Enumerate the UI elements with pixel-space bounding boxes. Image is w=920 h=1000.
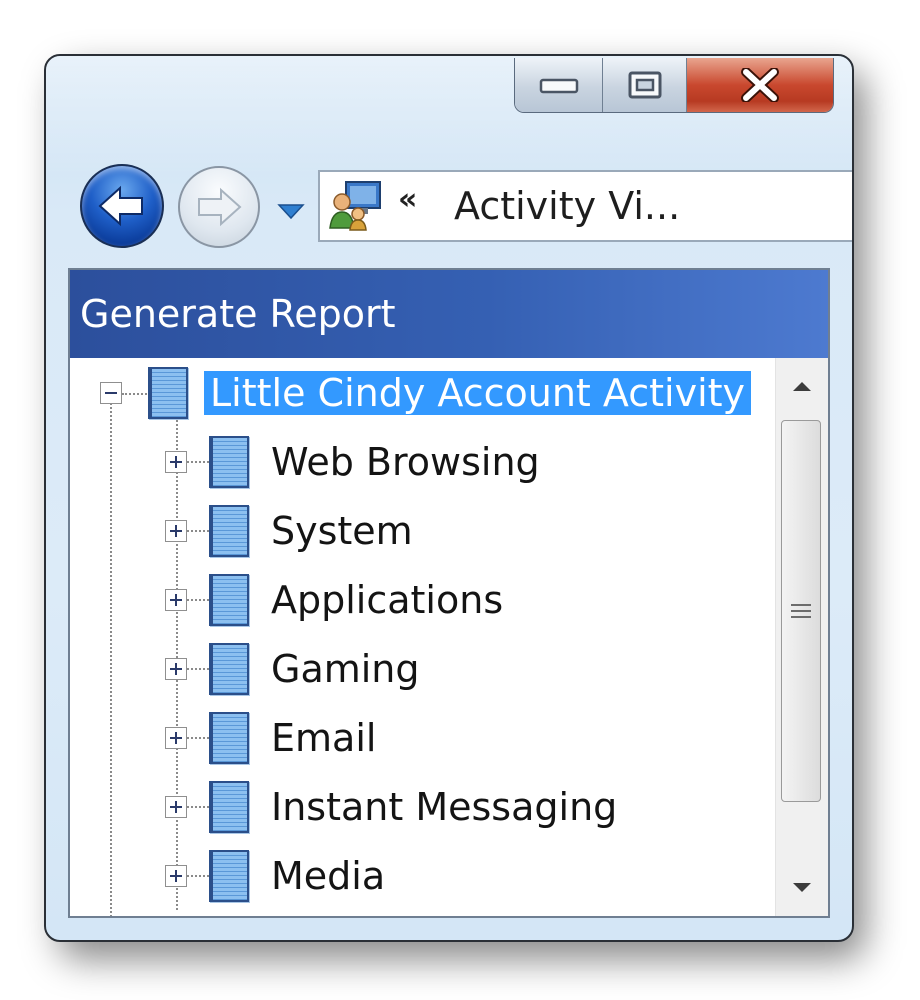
forward-button[interactable] (178, 166, 260, 248)
collapse-icon[interactable] (100, 382, 122, 404)
address-bar[interactable]: « Activity Vi... (318, 170, 852, 242)
back-arrow-icon (98, 185, 143, 227)
activity-tree: Little Cindy Account Activity Web Browsi… (70, 358, 774, 916)
expand-icon[interactable] (165, 658, 187, 680)
expand-icon[interactable] (165, 589, 187, 611)
close-button[interactable] (687, 58, 833, 112)
breadcrumb-activity-viewer[interactable]: Activity Vi... (454, 184, 680, 228)
close-icon (741, 68, 779, 102)
scroll-up-button[interactable] (776, 358, 828, 414)
caption-buttons (514, 58, 834, 113)
tree-item-applications[interactable]: Applications (165, 568, 503, 632)
tree-item-label[interactable]: Gaming (271, 647, 420, 691)
report-node-icon (209, 643, 249, 695)
dropdown-arrow-icon (277, 204, 305, 220)
explorer-window: « Activity Vi... Generate Report Little … (44, 54, 854, 942)
report-node-icon (209, 850, 249, 902)
expand-icon[interactable] (165, 865, 187, 887)
tree-item-label[interactable]: Applications (271, 578, 503, 622)
report-panel: Generate Report Little Cindy Account Act… (68, 268, 830, 918)
recent-pages-button[interactable] (274, 198, 308, 224)
expand-icon[interactable] (165, 520, 187, 542)
scroll-down-icon (793, 883, 811, 892)
tree-item-label[interactable]: Media (271, 854, 385, 898)
report-node-icon (209, 505, 249, 557)
expand-icon[interactable] (165, 451, 187, 473)
expand-icon[interactable] (165, 727, 187, 749)
tree-item-label[interactable]: System (271, 509, 413, 553)
scroll-thumb[interactable] (781, 420, 821, 802)
grip-icon (791, 604, 811, 618)
tree-item-email[interactable]: Email (165, 706, 376, 770)
tree-item-gaming[interactable]: Gaming (165, 637, 420, 701)
forward-arrow-icon (198, 187, 242, 227)
panel-header: Generate Report (70, 270, 828, 358)
maximize-icon (628, 71, 661, 99)
tree-item-instant-messaging[interactable]: Instant Messaging (165, 775, 617, 839)
report-node-icon (209, 574, 249, 626)
report-node-icon (209, 436, 249, 488)
tree-item-label[interactable]: Email (271, 716, 376, 760)
report-node-icon (209, 781, 249, 833)
report-node-icon (148, 367, 188, 419)
breadcrumb-overflow[interactable]: « (398, 182, 417, 217)
tree-root-label[interactable]: Little Cindy Account Activity (204, 371, 752, 415)
vertical-scrollbar[interactable] (775, 358, 828, 916)
tree-item-web-browsing[interactable]: Web Browsing (165, 430, 540, 494)
scroll-up-icon (793, 382, 811, 391)
minimize-icon (539, 78, 578, 94)
tree-item-media[interactable]: Media (165, 844, 385, 908)
scroll-down-button[interactable] (776, 860, 828, 916)
maximize-button[interactable] (603, 58, 687, 112)
tree-root[interactable]: Little Cindy Account Activity (100, 361, 752, 425)
tree-item-label[interactable]: Web Browsing (271, 440, 540, 484)
panel-title: Generate Report (80, 292, 396, 336)
back-button[interactable] (80, 164, 164, 248)
tree-guide-line (110, 400, 112, 916)
expand-icon[interactable] (165, 796, 187, 818)
parental-controls-icon (329, 181, 381, 231)
minimize-button[interactable] (515, 58, 603, 112)
report-node-icon (209, 712, 249, 764)
tree-item-system[interactable]: System (165, 499, 413, 563)
tree-item-label[interactable]: Instant Messaging (271, 785, 617, 829)
